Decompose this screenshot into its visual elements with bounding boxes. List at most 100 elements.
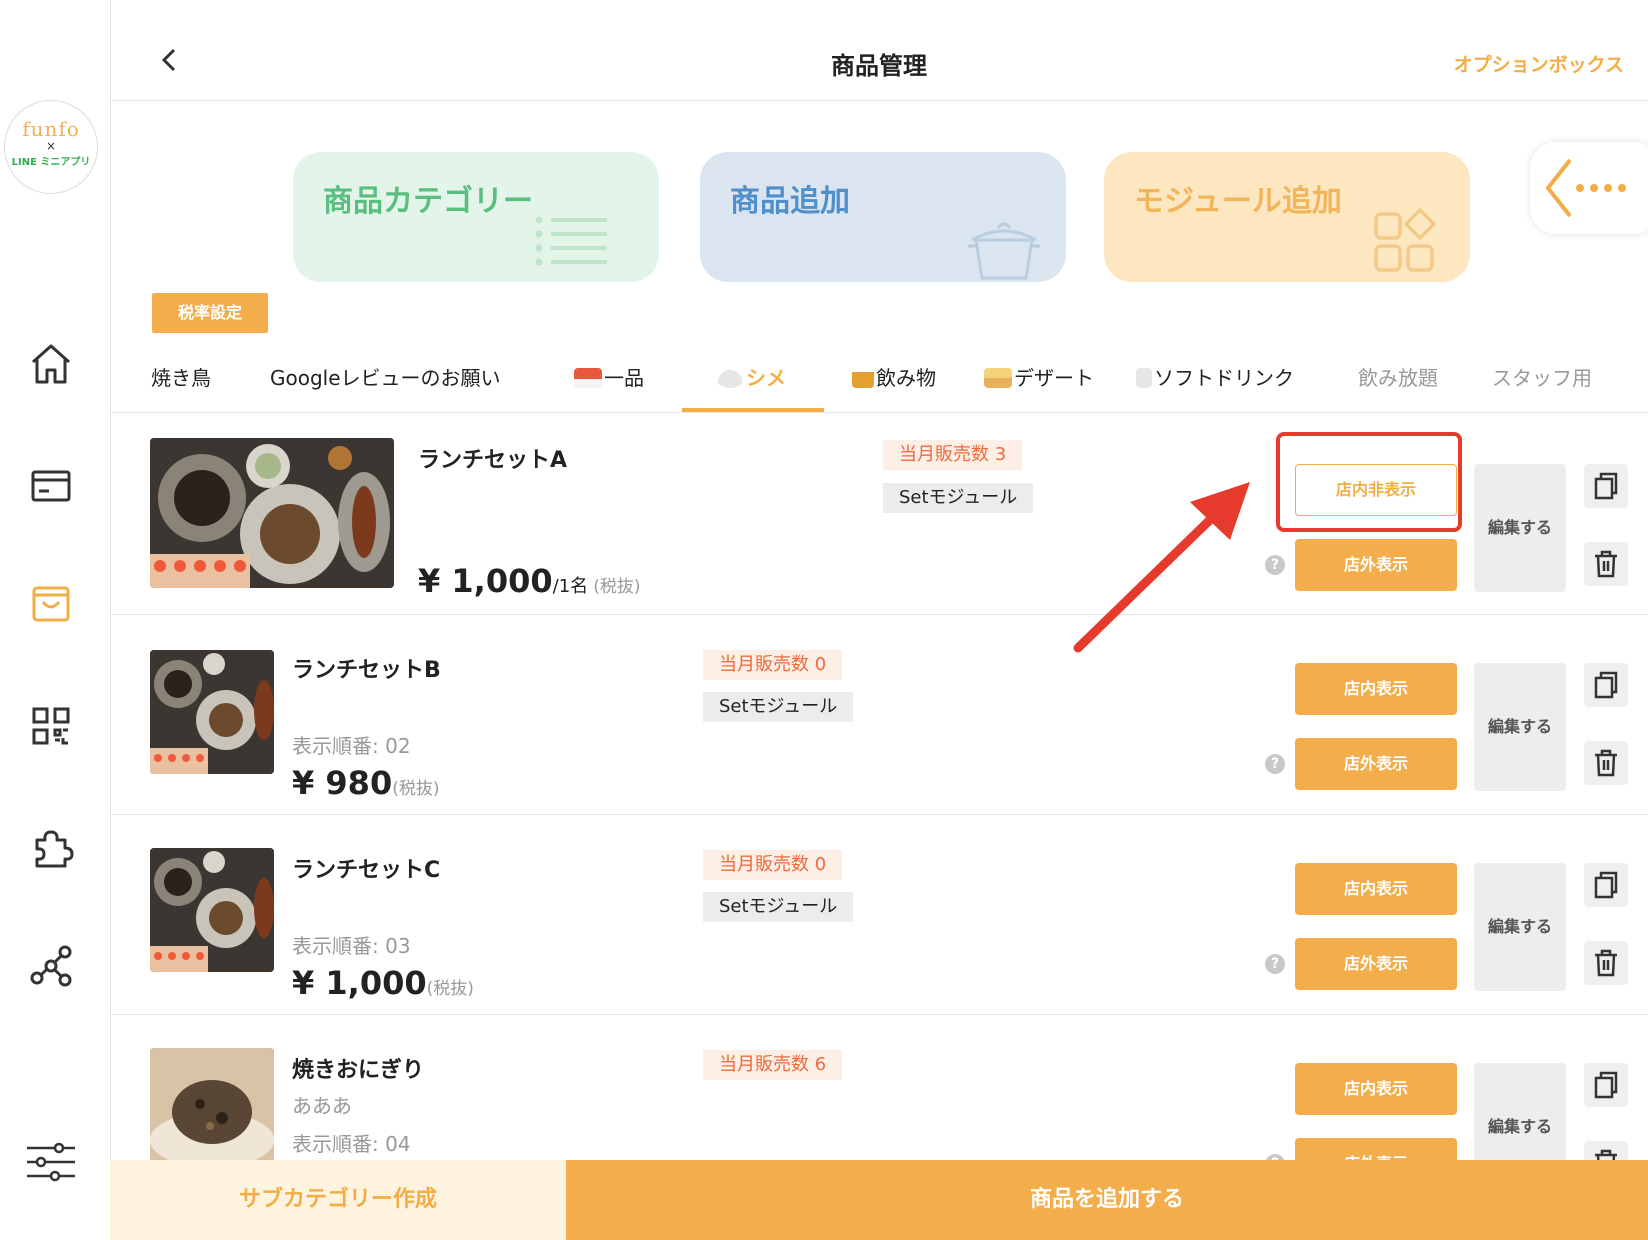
show-in-store-button[interactable]: 店内表示 — [1295, 1063, 1457, 1115]
show-outside-store-button[interactable]: 店外表示 — [1295, 938, 1457, 990]
add-product-card[interactable]: 商品追加 — [700, 152, 1066, 282]
product-name: ランチセットB — [292, 658, 441, 683]
card-label: モジュール追加 — [1134, 184, 1342, 219]
order-list-icon[interactable] — [25, 460, 77, 512]
add-product-button[interactable]: 商品を追加する — [566, 1160, 1648, 1240]
tab-yakitori[interactable]: 焼き鳥 — [151, 362, 211, 391]
rice-bowl-icon — [716, 368, 744, 388]
product-category-card[interactable]: 商品カテゴリー — [293, 152, 659, 282]
tab-ippin[interactable]: 一品 — [574, 362, 644, 391]
page-title: 商品管理 — [831, 52, 927, 80]
display-order: 表示順番: 03 — [292, 934, 411, 958]
option-box-link[interactable]: オプションボックス — [1454, 50, 1624, 77]
delete-button[interactable] — [1584, 542, 1628, 586]
product-row: ランチセットC 表示順番: 03 ¥ 1,000(税抜) 当月販売数 0 Set… — [110, 814, 1648, 1015]
edit-button[interactable]: 編集する — [1474, 863, 1566, 991]
sushi-icon — [574, 368, 602, 388]
network-icon[interactable] — [25, 940, 77, 992]
glass-icon — [1136, 368, 1152, 388]
show-outside-store-button[interactable]: 店外表示 — [1295, 738, 1457, 790]
product-name: ランチセットA — [418, 448, 568, 473]
tab-label: シメ — [746, 366, 786, 390]
show-in-store-button[interactable]: 店内表示 — [1295, 863, 1457, 915]
display-order: 表示順番: 04 — [292, 1132, 411, 1156]
price-unit: /1名 — [552, 576, 589, 597]
logo-line-text: LINE ミニアプリ — [11, 157, 91, 168]
tab-label: ソフトドリンク — [1154, 366, 1294, 390]
card-label: 商品追加 — [730, 184, 850, 219]
shopping-bag-icon[interactable] — [25, 578, 77, 630]
logo-text: funfo — [22, 117, 80, 141]
pot-icon — [968, 222, 1040, 280]
copy-icon — [1594, 671, 1618, 699]
header: 商品管理 オプションボックス — [110, 0, 1648, 101]
collapse-cards-button[interactable] — [1530, 142, 1648, 234]
copy-button[interactable] — [1584, 663, 1628, 707]
add-module-card[interactable]: モジュール追加 — [1104, 152, 1470, 282]
monthly-sales-badge: 当月販売数 3 — [883, 440, 1023, 470]
tax-note: (税抜) — [593, 577, 641, 597]
tab-google-review[interactable]: Googleレビューのお願い — [270, 362, 501, 391]
tab-drinks[interactable]: 飲み物 — [852, 362, 936, 391]
back-dots-icon — [1545, 158, 1626, 218]
sidebar: funfo × LINE ミニアプリ — [0, 0, 111, 1240]
category-tabs: 焼き鳥 Googleレビューのお願い 一品 シメ 飲み物 デザート ソフトドリン… — [110, 348, 1648, 413]
tab-all-you-can-drink[interactable]: 飲み放題 — [1358, 362, 1438, 391]
food-photo — [150, 1048, 274, 1160]
trash-icon — [1595, 749, 1617, 777]
product-image — [150, 438, 394, 588]
edit-button[interactable]: 編集する — [1474, 1063, 1566, 1160]
help-icon[interactable]: ? — [1265, 954, 1285, 974]
tab-label: デザート — [1014, 366, 1094, 390]
tab-dessert[interactable]: デザート — [984, 362, 1094, 391]
help-icon[interactable]: ? — [1265, 555, 1285, 575]
monthly-sales-badge: 当月販売数 0 — [703, 850, 843, 880]
show-outside-store-button[interactable]: 店外表示 — [1295, 539, 1457, 591]
product-name: ランチセットC — [292, 858, 441, 883]
qr-code-icon[interactable] — [25, 700, 77, 752]
tab-shime[interactable]: シメ — [716, 362, 786, 391]
product-image — [150, 650, 274, 774]
create-subcategory-button[interactable]: サブカテゴリー作成 — [110, 1160, 566, 1240]
delete-button[interactable] — [1584, 741, 1628, 785]
product-price: ¥ 1,000/1名 (税抜) — [418, 562, 641, 600]
food-photo — [150, 650, 274, 774]
set-module-badge: Setモジュール — [703, 892, 854, 922]
trash-icon — [1595, 949, 1617, 977]
logo-cross: × — [45, 139, 57, 153]
price-value: ¥ 1,000 — [418, 562, 553, 600]
price-value: ¥ 1,000 — [292, 964, 427, 1002]
food-photo — [150, 848, 274, 972]
brand-logo: funfo × LINE ミニアプリ — [4, 100, 98, 194]
edit-button[interactable]: 編集する — [1474, 464, 1566, 592]
help-icon[interactable]: ? — [1265, 754, 1285, 774]
tab-staff[interactable]: スタッフ用 — [1492, 362, 1592, 391]
tab-label: 一品 — [604, 366, 644, 390]
beer-icon — [852, 368, 874, 388]
edit-button[interactable]: 編集する — [1474, 663, 1566, 791]
show-in-store-button[interactable]: 店内表示 — [1295, 663, 1457, 715]
settings-sliders-icon[interactable] — [25, 1136, 77, 1188]
copy-button[interactable] — [1584, 1063, 1628, 1107]
tax-note: (税抜) — [426, 979, 474, 999]
cake-icon — [984, 368, 1012, 388]
tab-soft-drink[interactable]: ソフトドリンク — [1136, 362, 1294, 391]
delete-button[interactable] — [1584, 941, 1628, 985]
copy-button[interactable] — [1584, 464, 1628, 508]
product-row: ランチセットB 表示順番: 02 ¥ 980(税抜) 当月販売数 0 Setモジ… — [110, 614, 1648, 815]
set-module-badge: Setモジュール — [883, 483, 1034, 513]
product-price: ¥ 980(税抜) — [292, 764, 439, 802]
show-outside-store-button[interactable]: 店外表示 — [1295, 1138, 1457, 1160]
puzzle-icon[interactable] — [25, 822, 77, 874]
monthly-sales-badge: 当月販売数 6 — [703, 1050, 843, 1080]
food-photo — [150, 438, 394, 588]
product-description: あああ — [292, 1094, 352, 1118]
tax-rate-button[interactable]: 税率設定 — [152, 293, 268, 333]
set-module-badge: Setモジュール — [703, 692, 854, 722]
copy-icon — [1594, 1071, 1618, 1099]
highlight-box — [1276, 432, 1462, 532]
copy-button[interactable] — [1584, 863, 1628, 907]
tax-note: (税抜) — [392, 779, 440, 799]
home-icon[interactable] — [25, 338, 77, 390]
delete-button[interactable] — [1584, 1141, 1628, 1160]
